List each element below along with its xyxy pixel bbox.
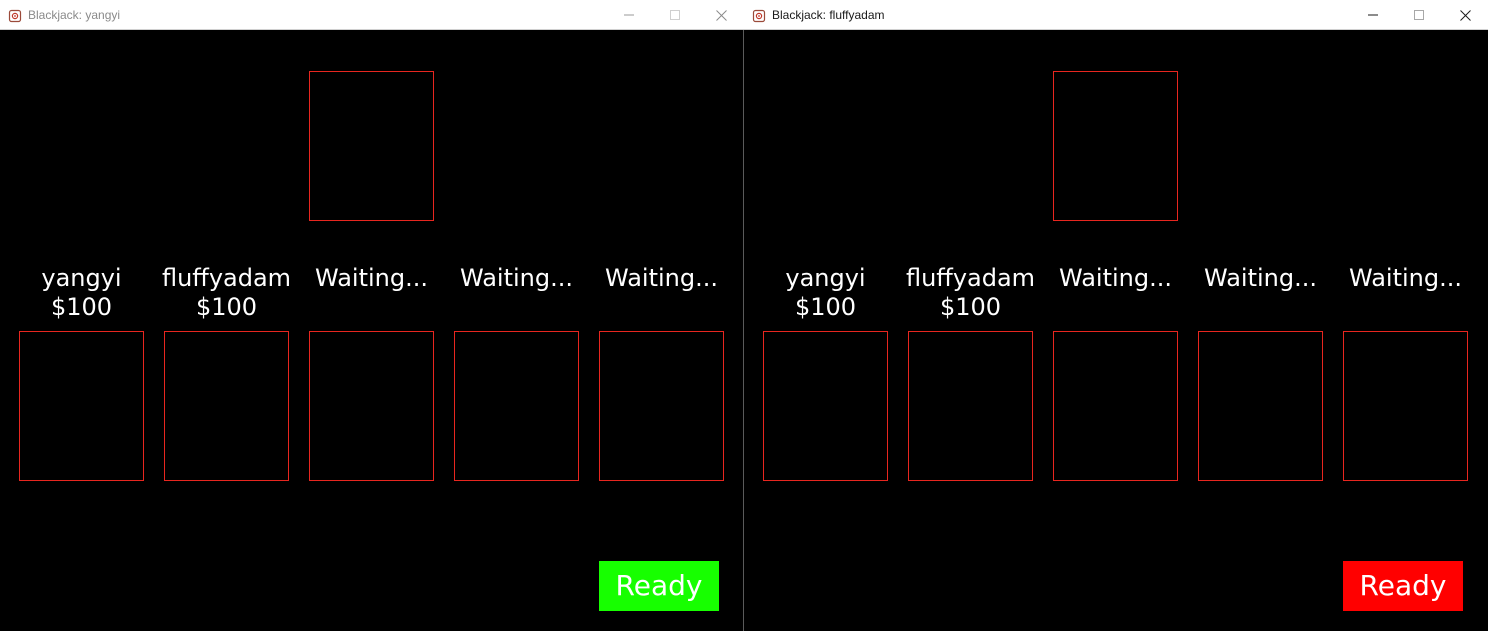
- player-seat-3: Waiting...: [1043, 264, 1188, 322]
- title-bar[interactable]: Blackjack: yangyi: [0, 0, 744, 30]
- ready-button[interactable]: Ready: [1343, 561, 1463, 611]
- minimize-button[interactable]: [1350, 0, 1396, 30]
- player-name: Waiting...: [605, 264, 718, 292]
- player-money: $100: [939, 293, 1002, 321]
- player-money: [299, 293, 444, 322]
- window-title: Blackjack: yangyi: [28, 8, 121, 22]
- player-hand-slot-3: [309, 331, 434, 481]
- maximize-icon: [1414, 10, 1424, 20]
- close-icon: [1459, 9, 1471, 21]
- player-seat-1: yangyi $100: [9, 264, 154, 322]
- player-hand-slot-5: [1343, 331, 1468, 481]
- maximize-button[interactable]: [1396, 0, 1442, 30]
- blackjack-window-yangyi: Blackjack: yangyi yangyi $100 fluffyadam…: [0, 0, 744, 631]
- player-hand-slot-1: [19, 331, 144, 481]
- close-button[interactable]: [1442, 0, 1488, 30]
- player-seat-4: Waiting...: [1188, 264, 1333, 322]
- player-hand-slot-2: [164, 331, 289, 481]
- minimize-icon: [624, 14, 634, 16]
- player-seat-3: Waiting...: [299, 264, 444, 322]
- player-seat-2: fluffyadam $100: [898, 264, 1043, 322]
- player-money: [444, 293, 589, 322]
- maximize-icon: [670, 10, 680, 20]
- player-seat-1: yangyi $100: [753, 264, 898, 322]
- player-money: $100: [50, 293, 113, 321]
- dealer-card-slot: [1053, 71, 1178, 221]
- game-table: yangyi $100 fluffyadam $100 Waiting... W…: [744, 30, 1488, 631]
- maximize-button[interactable]: [652, 0, 698, 30]
- close-icon: [715, 9, 727, 21]
- player-name: Waiting...: [1204, 264, 1317, 292]
- game-table: yangyi $100 fluffyadam $100 Waiting... W…: [0, 30, 744, 631]
- player-hand-slot-5: [599, 331, 724, 481]
- player-money: [1188, 293, 1333, 322]
- player-hand-slot-4: [454, 331, 579, 481]
- minimize-icon: [1368, 14, 1378, 16]
- player-hand-slot-3: [1053, 331, 1178, 481]
- player-money: $100: [195, 293, 258, 321]
- player-name: yangyi: [785, 264, 866, 292]
- dealer-card-slot: [309, 71, 434, 221]
- player-money: [1333, 293, 1478, 322]
- close-button[interactable]: [698, 0, 744, 30]
- title-bar[interactable]: Blackjack: fluffyadam: [744, 0, 1488, 30]
- player-hand-slot-2: [908, 331, 1033, 481]
- player-seat-2: fluffyadam $100: [154, 264, 299, 322]
- blackjack-app-icon: [752, 8, 766, 23]
- player-name: Waiting...: [1059, 264, 1172, 292]
- player-name: fluffyadam: [161, 264, 292, 292]
- ready-button[interactable]: Ready: [599, 561, 719, 611]
- player-seat-4: Waiting...: [444, 264, 589, 322]
- player-hand-slot-4: [1198, 331, 1323, 481]
- player-money: [1043, 293, 1188, 322]
- player-name: Waiting...: [1349, 264, 1462, 292]
- blackjack-window-fluffyadam: Blackjack: fluffyadam yangyi $100 fluffy…: [744, 0, 1488, 631]
- minimize-button[interactable]: [606, 0, 652, 30]
- player-money: $100: [794, 293, 857, 321]
- player-money: [589, 293, 734, 322]
- player-name: yangyi: [41, 264, 122, 292]
- player-name: Waiting...: [460, 264, 573, 292]
- player-name: fluffyadam: [905, 264, 1036, 292]
- window-title: Blackjack: fluffyadam: [772, 8, 885, 22]
- player-seat-5: Waiting...: [589, 264, 734, 322]
- blackjack-app-icon: [8, 8, 22, 23]
- player-name: Waiting...: [315, 264, 428, 292]
- player-hand-slot-1: [763, 331, 888, 481]
- player-seat-5: Waiting...: [1333, 264, 1478, 322]
